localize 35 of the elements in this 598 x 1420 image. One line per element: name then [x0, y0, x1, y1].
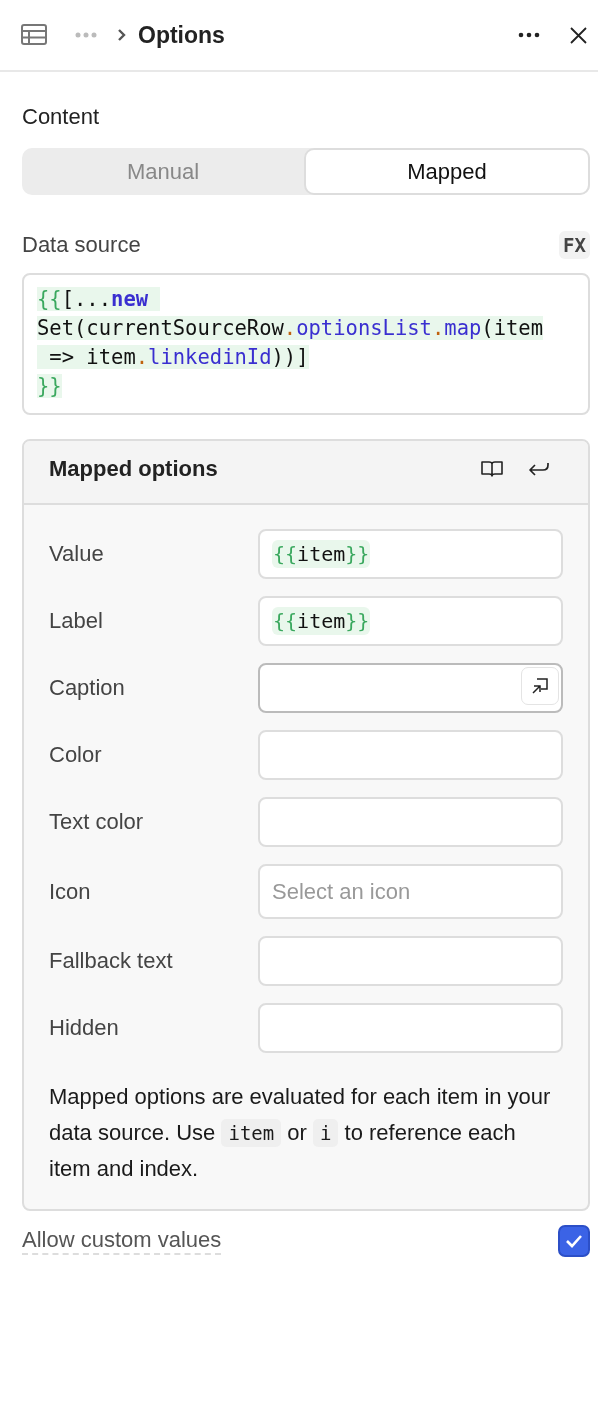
- formula-button[interactable]: FX: [559, 231, 590, 259]
- book-icon[interactable]: [480, 459, 504, 479]
- input-field[interactable]: [258, 797, 563, 847]
- field-label: Color: [49, 742, 103, 768]
- checkbox-label: Allow custom values: [22, 1227, 222, 1255]
- input-field[interactable]: [258, 1003, 563, 1053]
- code-editor[interactable]: {{[...new Set(currentSourceRow.optionsList.map(item => item.linkedinId))] }}: [22, 273, 590, 415]
- hint-text: Mapped options are evaluated for each item in your data source. Use item or i to reference each item and index.: [49, 1083, 552, 1183]
- input-field[interactable]: {{item}}: [258, 596, 563, 646]
- more-icon[interactable]: [518, 32, 540, 38]
- field-label: Data source: [22, 232, 142, 258]
- section-heading: Content: [22, 104, 101, 130]
- expand-button[interactable]: [521, 667, 559, 705]
- table-icon[interactable]: [21, 24, 47, 46]
- chevron-icon: [117, 28, 126, 42]
- field-label: Value: [49, 541, 105, 567]
- tab[interactable]: Mapped: [304, 148, 590, 195]
- field-label: Caption: [49, 675, 126, 701]
- field-label: Label: [49, 608, 104, 634]
- field-label: Fallback text: [49, 948, 174, 974]
- card-title: Mapped options: [49, 456, 218, 482]
- expand-icon: [531, 677, 549, 695]
- checkmark-icon: [565, 1234, 583, 1248]
- return-arrow-icon[interactable]: [528, 460, 550, 478]
- input-field[interactable]: [258, 730, 563, 780]
- input-field[interactable]: [258, 663, 563, 713]
- close-icon[interactable]: [570, 26, 587, 44]
- field-label: Hidden: [49, 1015, 120, 1041]
- input-field[interactable]: {{item}}: [258, 529, 563, 579]
- input-field[interactable]: [258, 936, 563, 986]
- panel-title: Options: [138, 21, 225, 49]
- input-field[interactable]: Select an icon: [258, 864, 563, 919]
- field-label: Icon: [49, 878, 92, 905]
- checkbox[interactable]: [558, 1225, 590, 1257]
- field-label: Text color: [49, 809, 145, 835]
